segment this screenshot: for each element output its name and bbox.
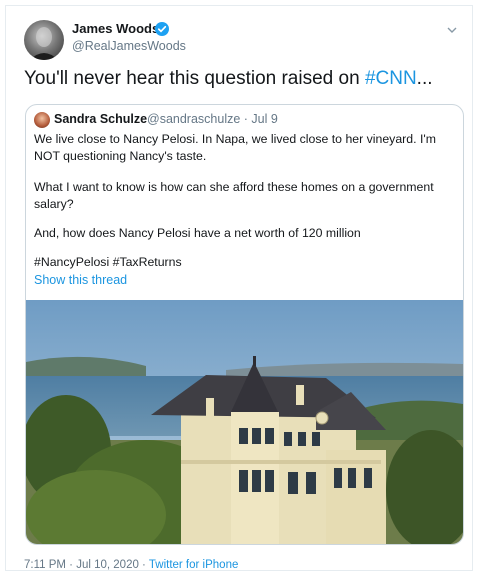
quote-text-line: And, how does Nancy Pelosi have a net wo… [34, 226, 361, 240]
quote-author-avatar [34, 112, 50, 128]
quote-text-line: We live close to Nancy Pelosi. In Napa, … [34, 132, 436, 146]
author-avatar[interactable] [24, 20, 64, 60]
mansion-photo[interactable] [26, 300, 463, 545]
quoted-tweet[interactable]: Sandra Schulze @sandraschulze · Jul 9 We… [25, 104, 464, 545]
quote-text-line: NOT questioning Nancy's taste. [34, 149, 207, 163]
tweet-card: James Woods @RealJamesWoods You'll never… [5, 5, 473, 571]
hashtag-cnn[interactable]: #CNN [365, 68, 417, 89]
author-handle[interactable]: @RealJamesWoods [72, 39, 186, 53]
quote-author-name: Sandra Schulze [54, 112, 148, 126]
quote-hashtags[interactable]: #NancyPelosi #TaxReturns [34, 255, 182, 269]
tweet-source[interactable]: Twitter for iPhone [149, 559, 238, 571]
chevron-down-icon[interactable] [446, 24, 458, 36]
author-name[interactable]: James Woods [72, 21, 159, 36]
tweet-timestamp[interactable]: 7:11 PM · Jul 10, 2020 · Twitter for iPh… [24, 559, 238, 571]
show-thread-link[interactable]: Show this thread [34, 273, 127, 287]
quote-text-line: salary? [34, 197, 74, 211]
quote-text-line: What I want to know is how can she affor… [34, 180, 434, 194]
quote-author-handle: @sandraschulze · Jul 9 [147, 112, 278, 126]
verified-badge-icon [155, 22, 169, 36]
tweet-text: You'll never hear this question raised o… [24, 68, 433, 89]
